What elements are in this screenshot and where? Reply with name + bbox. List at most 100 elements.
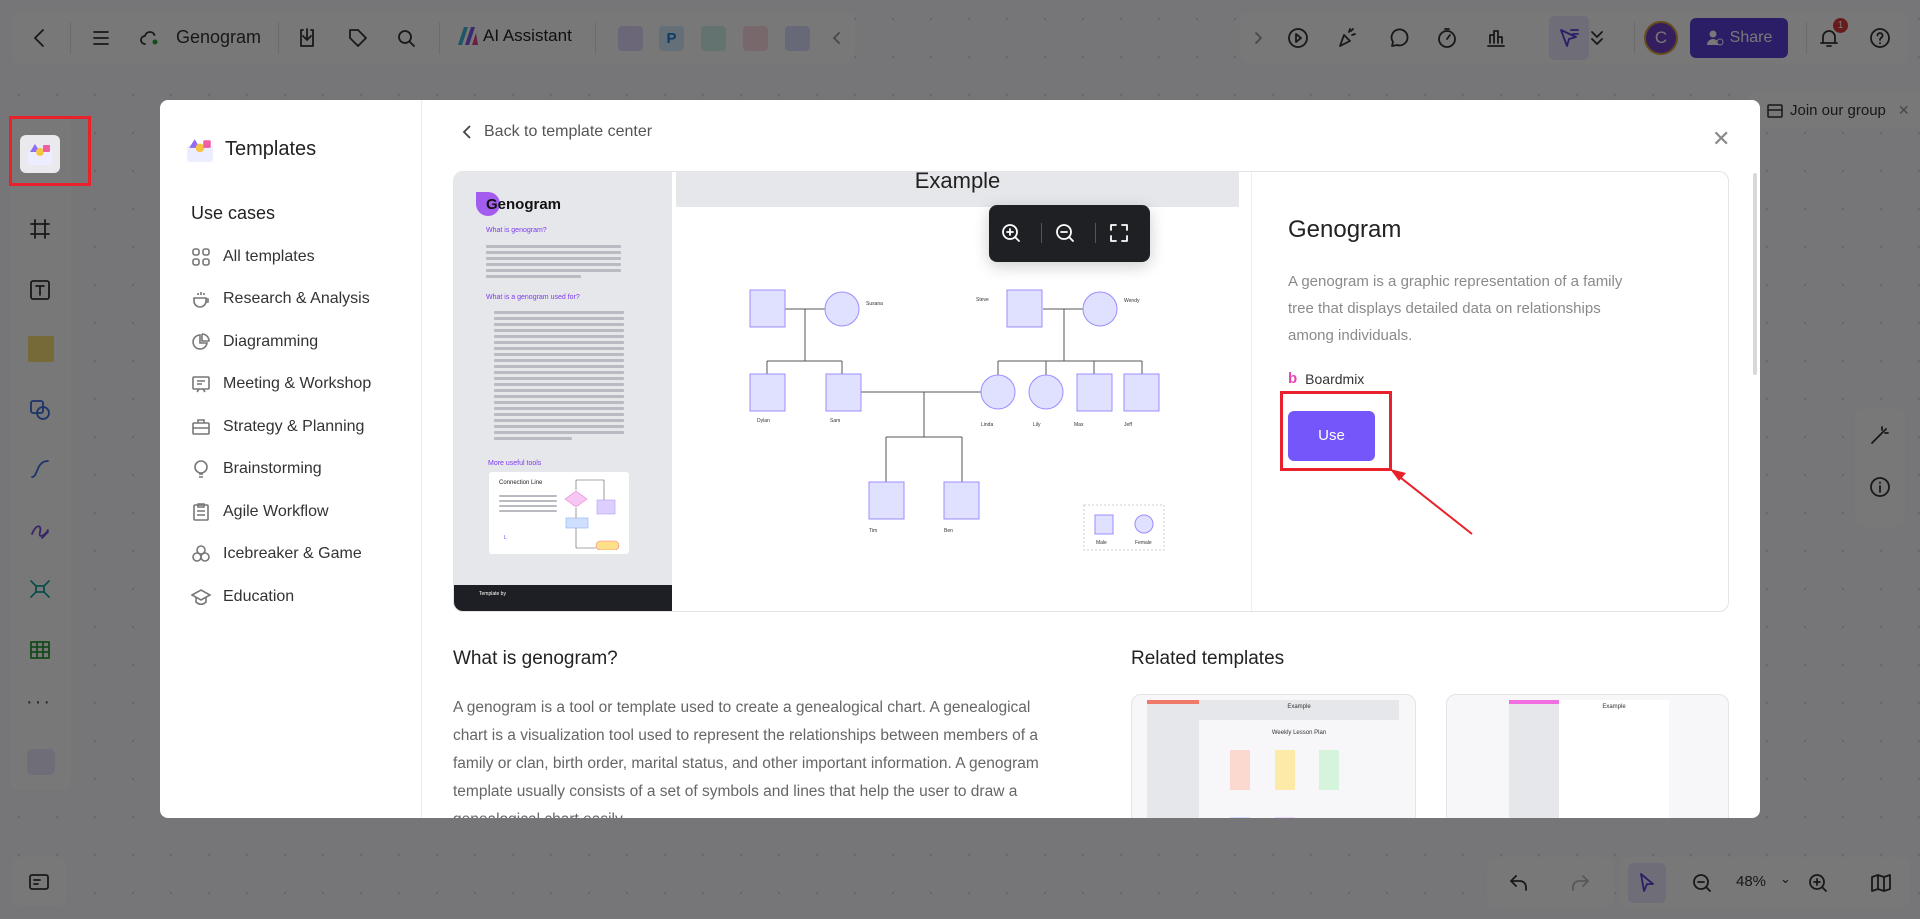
main-toolbar: Genogram AI Assistant P: [12, 12, 855, 64]
tag-icon[interactable]: [343, 23, 373, 53]
templates-tool-highlighted[interactable]: [20, 135, 60, 173]
doc-title: Genogram: [486, 196, 562, 213]
doc-footer: Template by: [454, 585, 672, 611]
female-symbol: [1082, 291, 1118, 327]
templates-icon: [28, 144, 52, 165]
plugin-flow-icon[interactable]: [743, 26, 768, 51]
category-label: Brainstorming: [223, 460, 322, 477]
right-toolbar: C Share 1: [1240, 12, 1908, 64]
join-group-banner[interactable]: Join our group ✕: [1748, 92, 1920, 128]
category-agile[interactable]: Agile Workflow: [191, 499, 329, 525]
zoom-out-icon[interactable]: [1687, 868, 1717, 898]
apps-icon[interactable]: [27, 749, 55, 775]
category-brainstorming[interactable]: Brainstorming: [191, 456, 322, 482]
back-chevron-icon[interactable]: [25, 23, 55, 53]
category-diagramming[interactable]: Diagramming: [191, 329, 318, 355]
preview-fullscreen-icon[interactable]: [1104, 218, 1134, 248]
ai-assistant-button[interactable]: AI Assistant: [457, 26, 572, 46]
use-cases-heading: Use cases: [191, 203, 276, 223]
person-label: Max: [1074, 422, 1084, 428]
magic-wand-icon[interactable]: [1865, 420, 1895, 450]
category-strategy[interactable]: Strategy & Planning: [191, 414, 364, 440]
notification-badge: 1: [1833, 18, 1848, 33]
redo-icon[interactable]: [1565, 868, 1595, 898]
comment-icon[interactable]: [1383, 23, 1413, 53]
plugin-mindmap-icon[interactable]: [701, 26, 726, 51]
zoom-dropdown-chevron-icon[interactable]: ⌄: [1780, 871, 1791, 887]
outline-button[interactable]: [12, 857, 67, 906]
related-template-card[interactable]: Example: [1446, 694, 1729, 818]
male-symbol: [868, 481, 905, 520]
example-panel: Example Susana Steve Wendy Dylan Sam Linda Lil…: [676, 172, 1239, 611]
scrollbar[interactable]: [1753, 173, 1757, 375]
search-icon[interactable]: [391, 23, 421, 53]
modal-title: Templates: [225, 138, 317, 160]
minimap-icon[interactable]: [1866, 868, 1896, 898]
person-label: Linda: [981, 422, 993, 428]
collapse-chevron-icon[interactable]: [822, 23, 852, 53]
table-icon[interactable]: [25, 635, 55, 665]
sticky-note-icon[interactable]: [28, 336, 54, 362]
plugin-chat-icon[interactable]: [785, 26, 810, 51]
female-symbol: [1028, 374, 1064, 410]
person-label: Wendy: [1124, 298, 1140, 304]
plugin-p-icon[interactable]: P: [659, 26, 684, 51]
undo-icon[interactable]: [1504, 868, 1534, 898]
category-research[interactable]: Research & Analysis: [191, 286, 370, 312]
ai-logo-icon: [458, 27, 478, 45]
close-banner-icon[interactable]: ✕: [1898, 102, 1910, 119]
download-icon[interactable]: [292, 23, 322, 53]
celebrate-icon[interactable]: [1332, 23, 1362, 53]
male-symbol: [825, 373, 862, 412]
female-symbol: [980, 374, 1016, 410]
present-play-icon[interactable]: [1283, 23, 1313, 53]
text-icon[interactable]: [25, 275, 55, 305]
mindmap-icon[interactable]: [25, 574, 55, 604]
about-text: A genogram is a tool or template used to…: [453, 699, 1039, 818]
avatar[interactable]: C: [1644, 21, 1678, 55]
author-name: Boardmix: [1305, 370, 1365, 387]
more-tools-icon[interactable]: ···: [26, 691, 52, 714]
plugin-image-icon[interactable]: [618, 26, 643, 51]
category-education[interactable]: Education: [191, 584, 294, 610]
category-all-templates[interactable]: All templates: [191, 244, 315, 270]
frame-icon[interactable]: [25, 214, 55, 244]
help-icon[interactable]: [1865, 23, 1895, 53]
person-label: Susana: [866, 301, 883, 307]
category-label: Research & Analysis: [223, 290, 370, 307]
templates-logo-icon: [186, 136, 214, 169]
person-label: Jeff: [1124, 422, 1133, 428]
annotation-arrow: [1390, 469, 1473, 535]
tool-title: Connection Line: [499, 480, 543, 486]
category-meeting[interactable]: Meeting & Workshop: [191, 371, 371, 397]
group-icon: [1767, 104, 1783, 118]
expand-chevron-icon[interactable]: [1243, 23, 1273, 53]
category-icebreaker[interactable]: Icebreaker & Game: [191, 541, 362, 567]
back-chevron-icon: [462, 125, 471, 139]
more-chevrons-icon[interactable]: [1582, 23, 1612, 53]
related-template-card[interactable]: Example Weekly Lesson Plan: [1131, 694, 1416, 818]
pen-icon[interactable]: [25, 515, 55, 545]
genogram-diagram: Susana Steve Wendy Dylan Sam Linda Lily Max Jeff…: [749, 289, 1165, 551]
info-icon[interactable]: [1865, 472, 1895, 502]
connection-line-card: Connection Line L: [489, 472, 629, 554]
back-to-template-center[interactable]: Back to template center: [460, 123, 652, 141]
zoom-level[interactable]: 48%: [1736, 873, 1766, 890]
about-heading: What is genogram?: [453, 648, 618, 669]
document-title[interactable]: Genogram: [176, 27, 261, 48]
preview-zoom-in-icon[interactable]: [996, 218, 1026, 248]
preview-zoom-out-icon[interactable]: [1050, 218, 1080, 248]
zoom-in-icon[interactable]: [1803, 868, 1833, 898]
shape-icon[interactable]: [25, 395, 55, 425]
share-button[interactable]: Share: [1690, 18, 1788, 58]
vote-chart-icon[interactable]: [1481, 23, 1511, 53]
close-modal-icon[interactable]: ✕: [1712, 126, 1730, 152]
doc-list: [494, 308, 624, 443]
timer-icon[interactable]: [1432, 23, 1462, 53]
male-symbol: [943, 481, 980, 520]
menu-icon[interactable]: [86, 23, 116, 53]
connector-icon[interactable]: [25, 454, 55, 484]
cursor-follow-icon[interactable]: [1554, 23, 1584, 53]
category-label: Diagramming: [223, 333, 319, 350]
male-symbol: [1123, 373, 1160, 412]
